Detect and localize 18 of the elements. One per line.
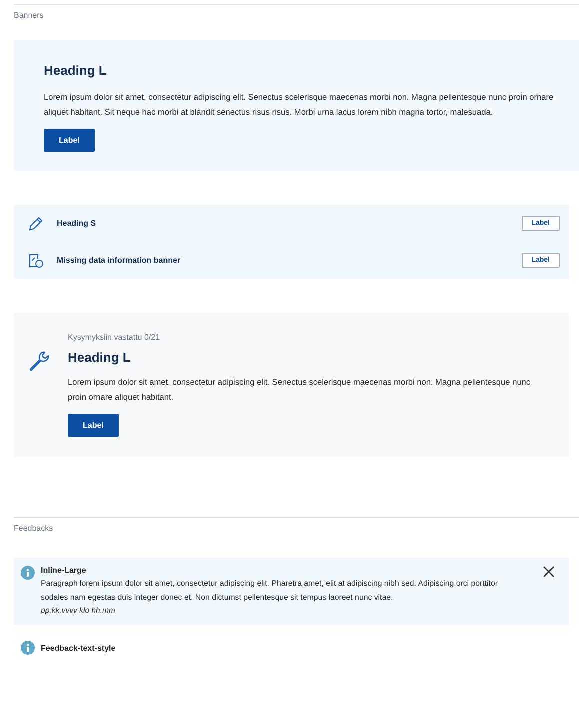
banner-text: Lorem ipsum dolor sit amet, consectetur adipiscing elit. Senectus scelerisque maecenas morbi non. Magna pellentesque nunc proin ornare aliquet habitant. [68,376,532,404]
label-button[interactable]: Label [44,129,95,152]
label-button[interactable]: Label [68,414,119,437]
section-title: Banners [14,11,44,20]
banner-text: Lorem ipsum dolor sit amet, consectetur adipiscing elit. Senectus scelerisque maecenas morbi non. Magna pellentesque nunc proin ornare aliquet habitant. Sit neque hac morbi at blandit senectus risus risus. Morbi urna lacus lorem nibh magna tortor, malesuada. [44,91,555,119]
section-title: Feedbacks [14,524,54,533]
pencil-icon [28,216,44,232]
info-icon [21,641,35,655]
banner-heading: Heading L [44,63,107,78]
progress-caption: Kysymyksiin vastattu 0/21 [68,333,160,342]
feedback-heading: Inline-Large [41,566,86,575]
banner-heading: Missing data information banner [57,256,182,265]
info-icon [21,566,35,580]
feedback-heading: Feedback-text-style [41,644,116,652]
banner-heading: Heading L [68,350,131,365]
wrench-icon [28,349,52,373]
banner-heading: Heading S [57,219,98,228]
close-icon[interactable] [543,566,555,578]
